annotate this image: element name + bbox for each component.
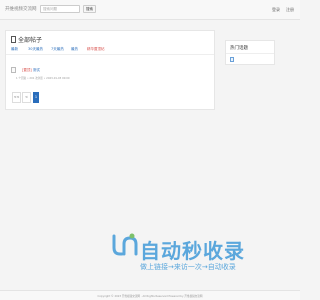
posts-icon xyxy=(11,36,16,43)
watermark-title: 自动秒收录 xyxy=(140,239,245,263)
hot-topics-panel: 热门话题 xyxy=(225,40,275,65)
watermark-subtitle: 做上链接→来访一次→自动收录 xyxy=(140,263,236,271)
tab-hot-30-days[interactable]: 30天最热 xyxy=(28,47,43,52)
footer: Copyright © 2023 开维视频交流网 · All Rights Re… xyxy=(0,290,300,300)
posts-panel: 全部帖子 最新 30天最热 7天最热 最热 精华置顶帖 [置顶] 测试 1 个回… xyxy=(5,30,215,110)
page-1-button[interactable]: 1 xyxy=(33,92,39,103)
page-title-text: 全部帖子 xyxy=(18,37,43,44)
site-brand[interactable]: 开维视频交流网 xyxy=(5,6,37,12)
post-tabs: 最新 30天最热 7天最热 最热 精华置顶帖 xyxy=(6,45,214,55)
first-page-button[interactable]: << xyxy=(12,92,21,103)
search-button[interactable]: 搜索 xyxy=(83,5,96,13)
tab-latest[interactable]: 最新 xyxy=(11,47,18,52)
tab-hot-7-days[interactable]: 7天最热 xyxy=(51,47,64,52)
tab-featured[interactable]: 精华置顶帖 xyxy=(87,47,105,52)
post-title-link[interactable]: [置顶] 测试 xyxy=(22,68,40,73)
register-link[interactable]: 注册 xyxy=(286,7,294,13)
post-title: 测试 xyxy=(32,68,40,72)
tab-hottest[interactable]: 最热 xyxy=(71,47,78,52)
hot-topics-title: 热门话题 xyxy=(230,46,248,51)
prev-page-button[interactable]: < xyxy=(22,92,31,103)
footer-text: Copyright © 2023 开维视频交流网 · All Rights Re… xyxy=(97,295,203,298)
top-navbar: 开维视频交流网 搜索 登录 注册 xyxy=(0,0,300,20)
avatar[interactable] xyxy=(11,67,16,73)
search-input[interactable] xyxy=(40,5,80,13)
login-link[interactable]: 登录 xyxy=(272,7,280,13)
pinned-badge: [置顶] xyxy=(22,68,32,72)
post-meta: 1 个回复 • 201 次浏览 • 2023-01-03 00:00 xyxy=(16,77,70,80)
page-title: 全部帖子 xyxy=(11,35,42,44)
topic-icon[interactable] xyxy=(230,57,234,62)
divider xyxy=(226,53,274,54)
watermark-logo-icon xyxy=(112,233,138,256)
